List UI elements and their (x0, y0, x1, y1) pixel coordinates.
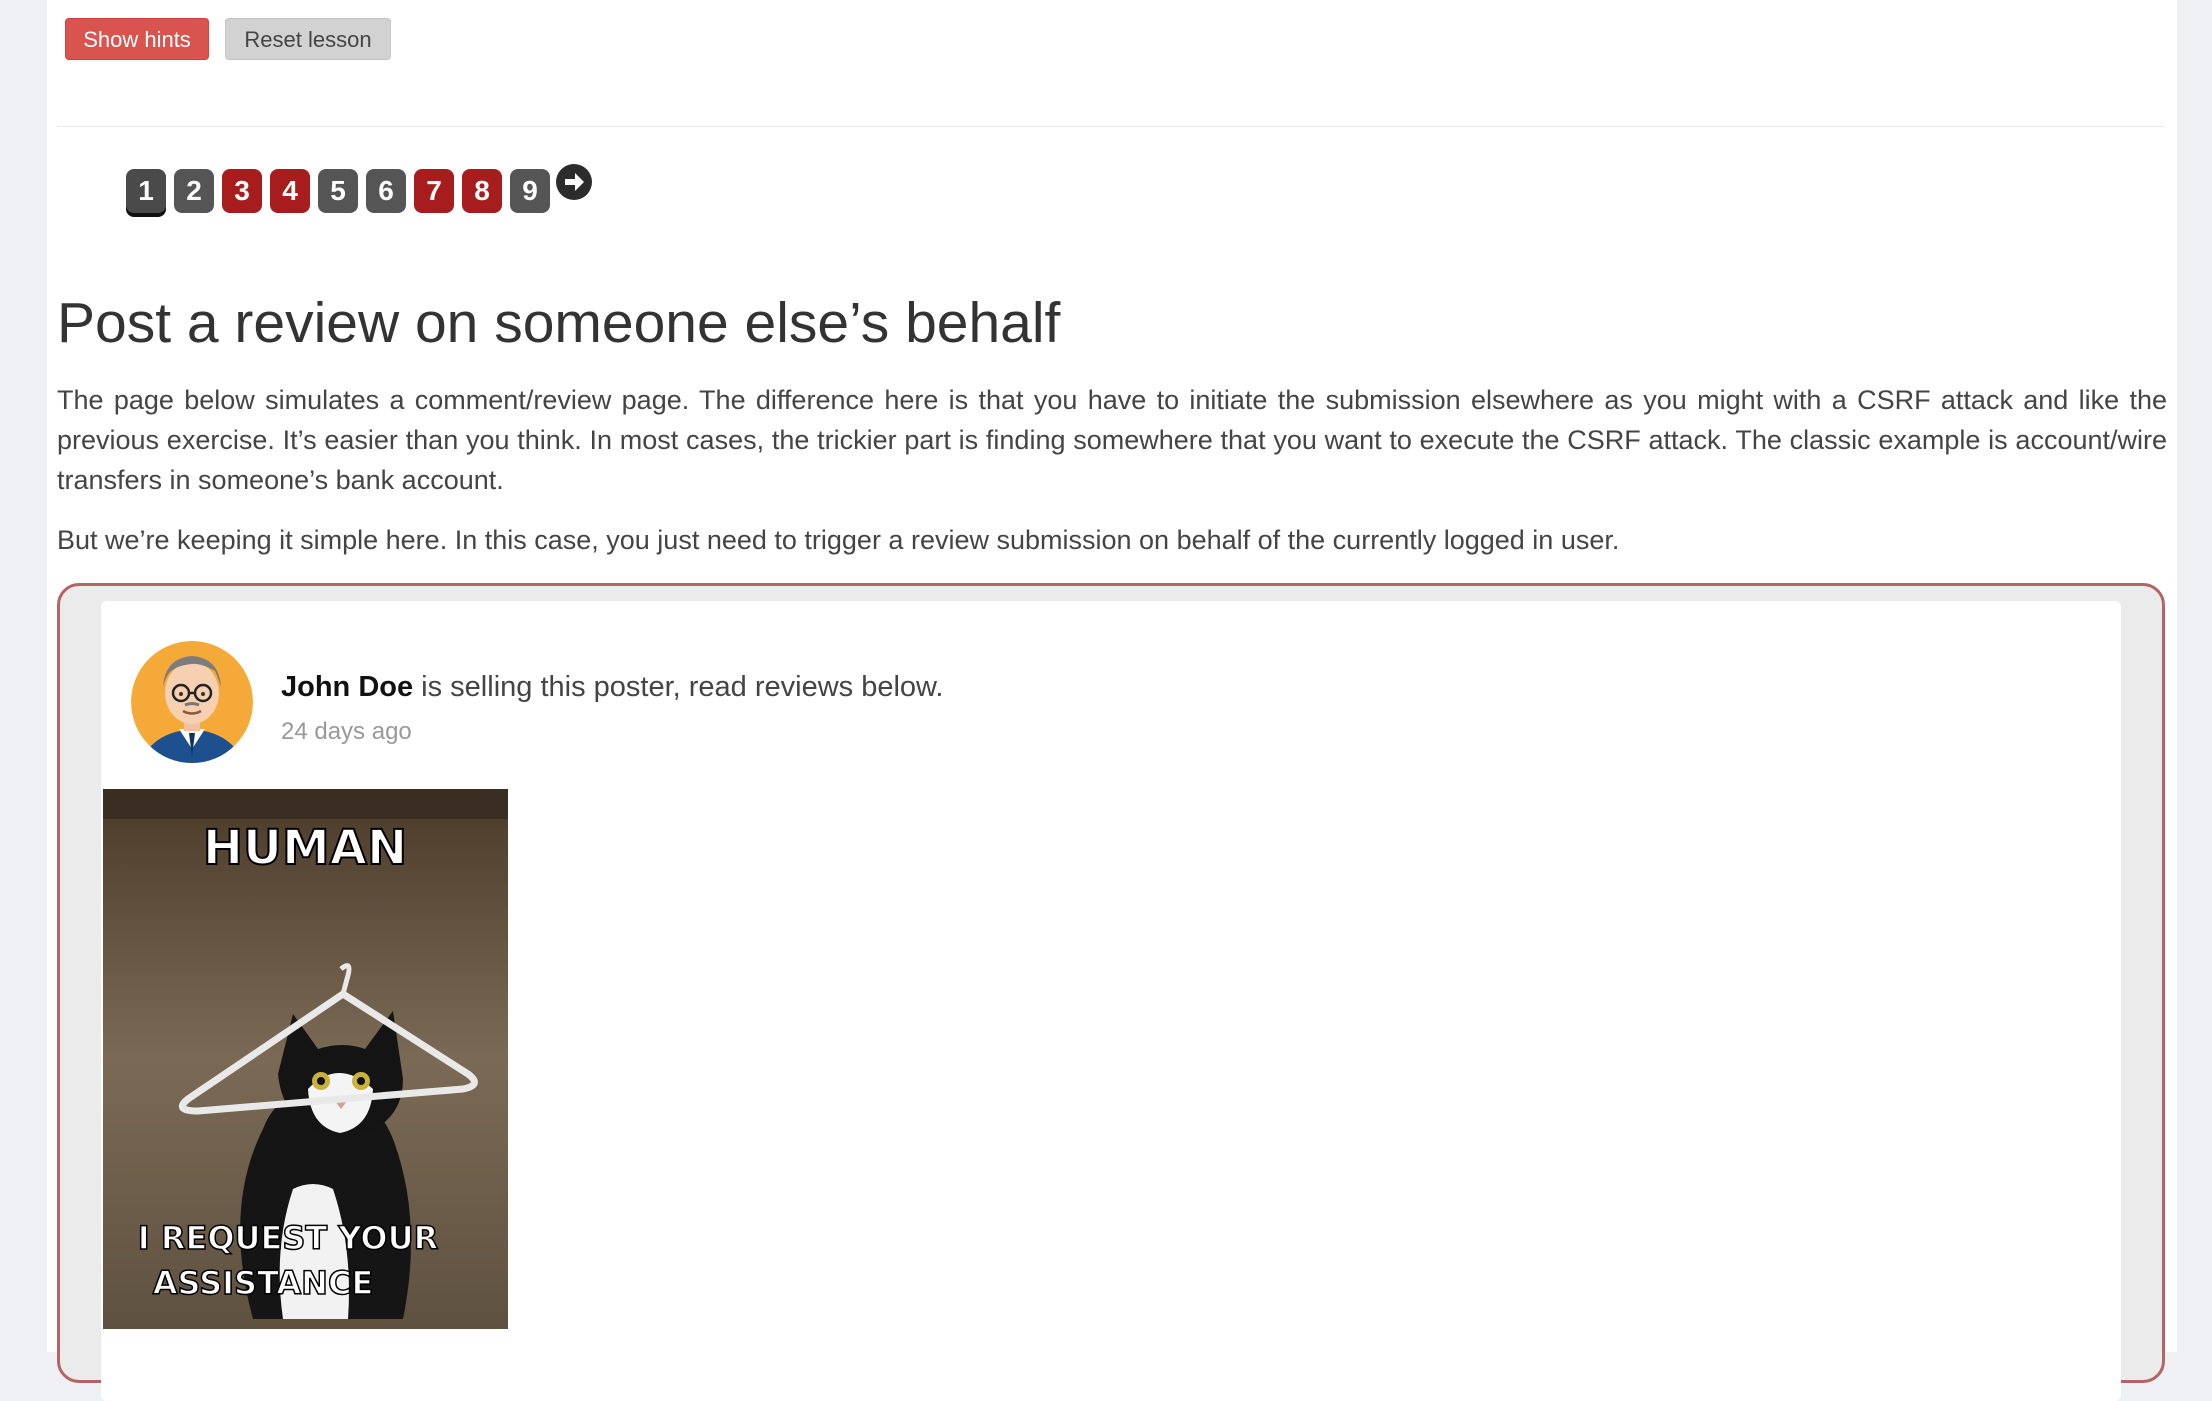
post-timestamp: 24 days ago (281, 718, 412, 745)
seller-description: is selling this poster, read reviews bel… (413, 671, 944, 703)
poster-bottom-text-2: ASSISTANCE (153, 1264, 374, 1302)
page-link-1[interactable]: 1 (126, 169, 166, 213)
lesson-instruction: But we’re keeping it simple here. In thi… (57, 525, 1620, 555)
review-post-card: John Doe is selling this poster, read re… (101, 601, 2121, 1401)
page-link-6[interactable]: 6 (366, 169, 406, 213)
poster-bottom-text-1: I REQUEST YOUR (138, 1219, 438, 1257)
lesson-description: The page below simulates a comment/revie… (57, 385, 2167, 495)
page-link-8[interactable]: 8 (462, 169, 502, 213)
user-avatar-icon (131, 641, 253, 763)
reset-lesson-button[interactable]: Reset lesson (225, 18, 391, 60)
arrow-right-glyph (565, 173, 584, 191)
poster-image: HUMAN I REQUEST YOUR ASSISTANCE (103, 789, 508, 1329)
seller-name: John Doe (281, 671, 414, 703)
page-link-7[interactable]: 7 (414, 169, 454, 213)
page-link-5[interactable]: 5 (318, 169, 358, 213)
toolbar-divider (57, 126, 2165, 127)
lesson-content-frame: John Doe is selling this poster, read re… (57, 583, 2165, 1401)
page-link-9[interactable]: 9 (510, 169, 550, 213)
page-link-4[interactable]: 4 (270, 169, 310, 213)
arrow-right-circle-icon[interactable] (556, 164, 592, 200)
lesson-page: Show hints Reset lesson 1 2 3 4 5 6 7 8 … (47, 0, 2177, 1401)
poster-top-text: HUMAN (203, 820, 407, 876)
page-link-3[interactable]: 3 (222, 169, 262, 213)
show-hints-button[interactable]: Show hints (65, 18, 209, 60)
seller-line: John Doe is selling this poster, read re… (281, 671, 943, 704)
page-link-2[interactable]: 2 (174, 169, 214, 213)
page-title: Post a review on someone else’s behalf (57, 291, 1061, 355)
